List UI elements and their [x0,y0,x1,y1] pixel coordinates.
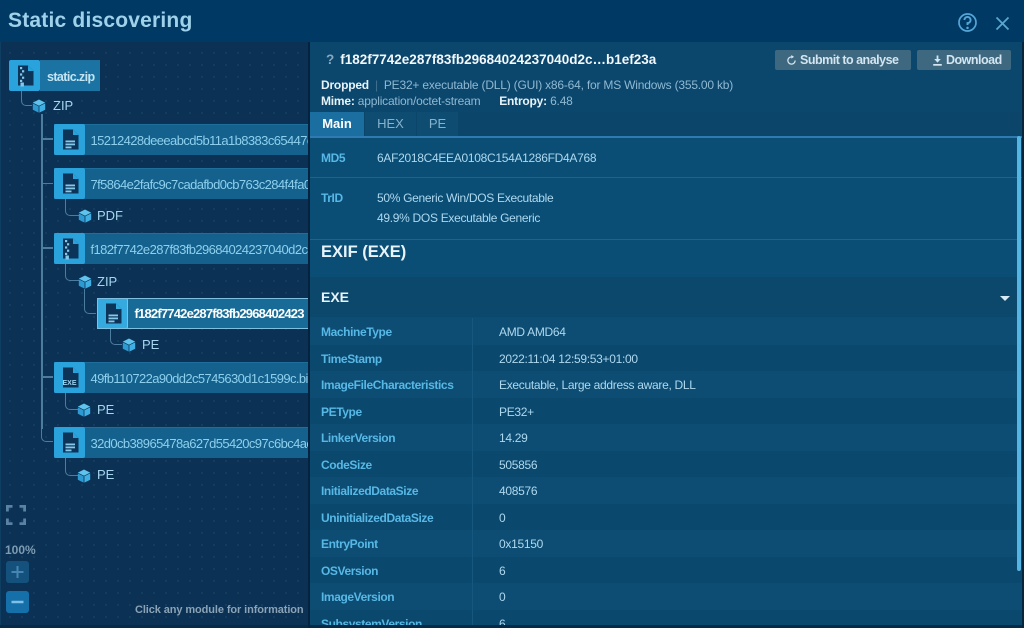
svg-text:EXE: EXE [62,380,76,387]
